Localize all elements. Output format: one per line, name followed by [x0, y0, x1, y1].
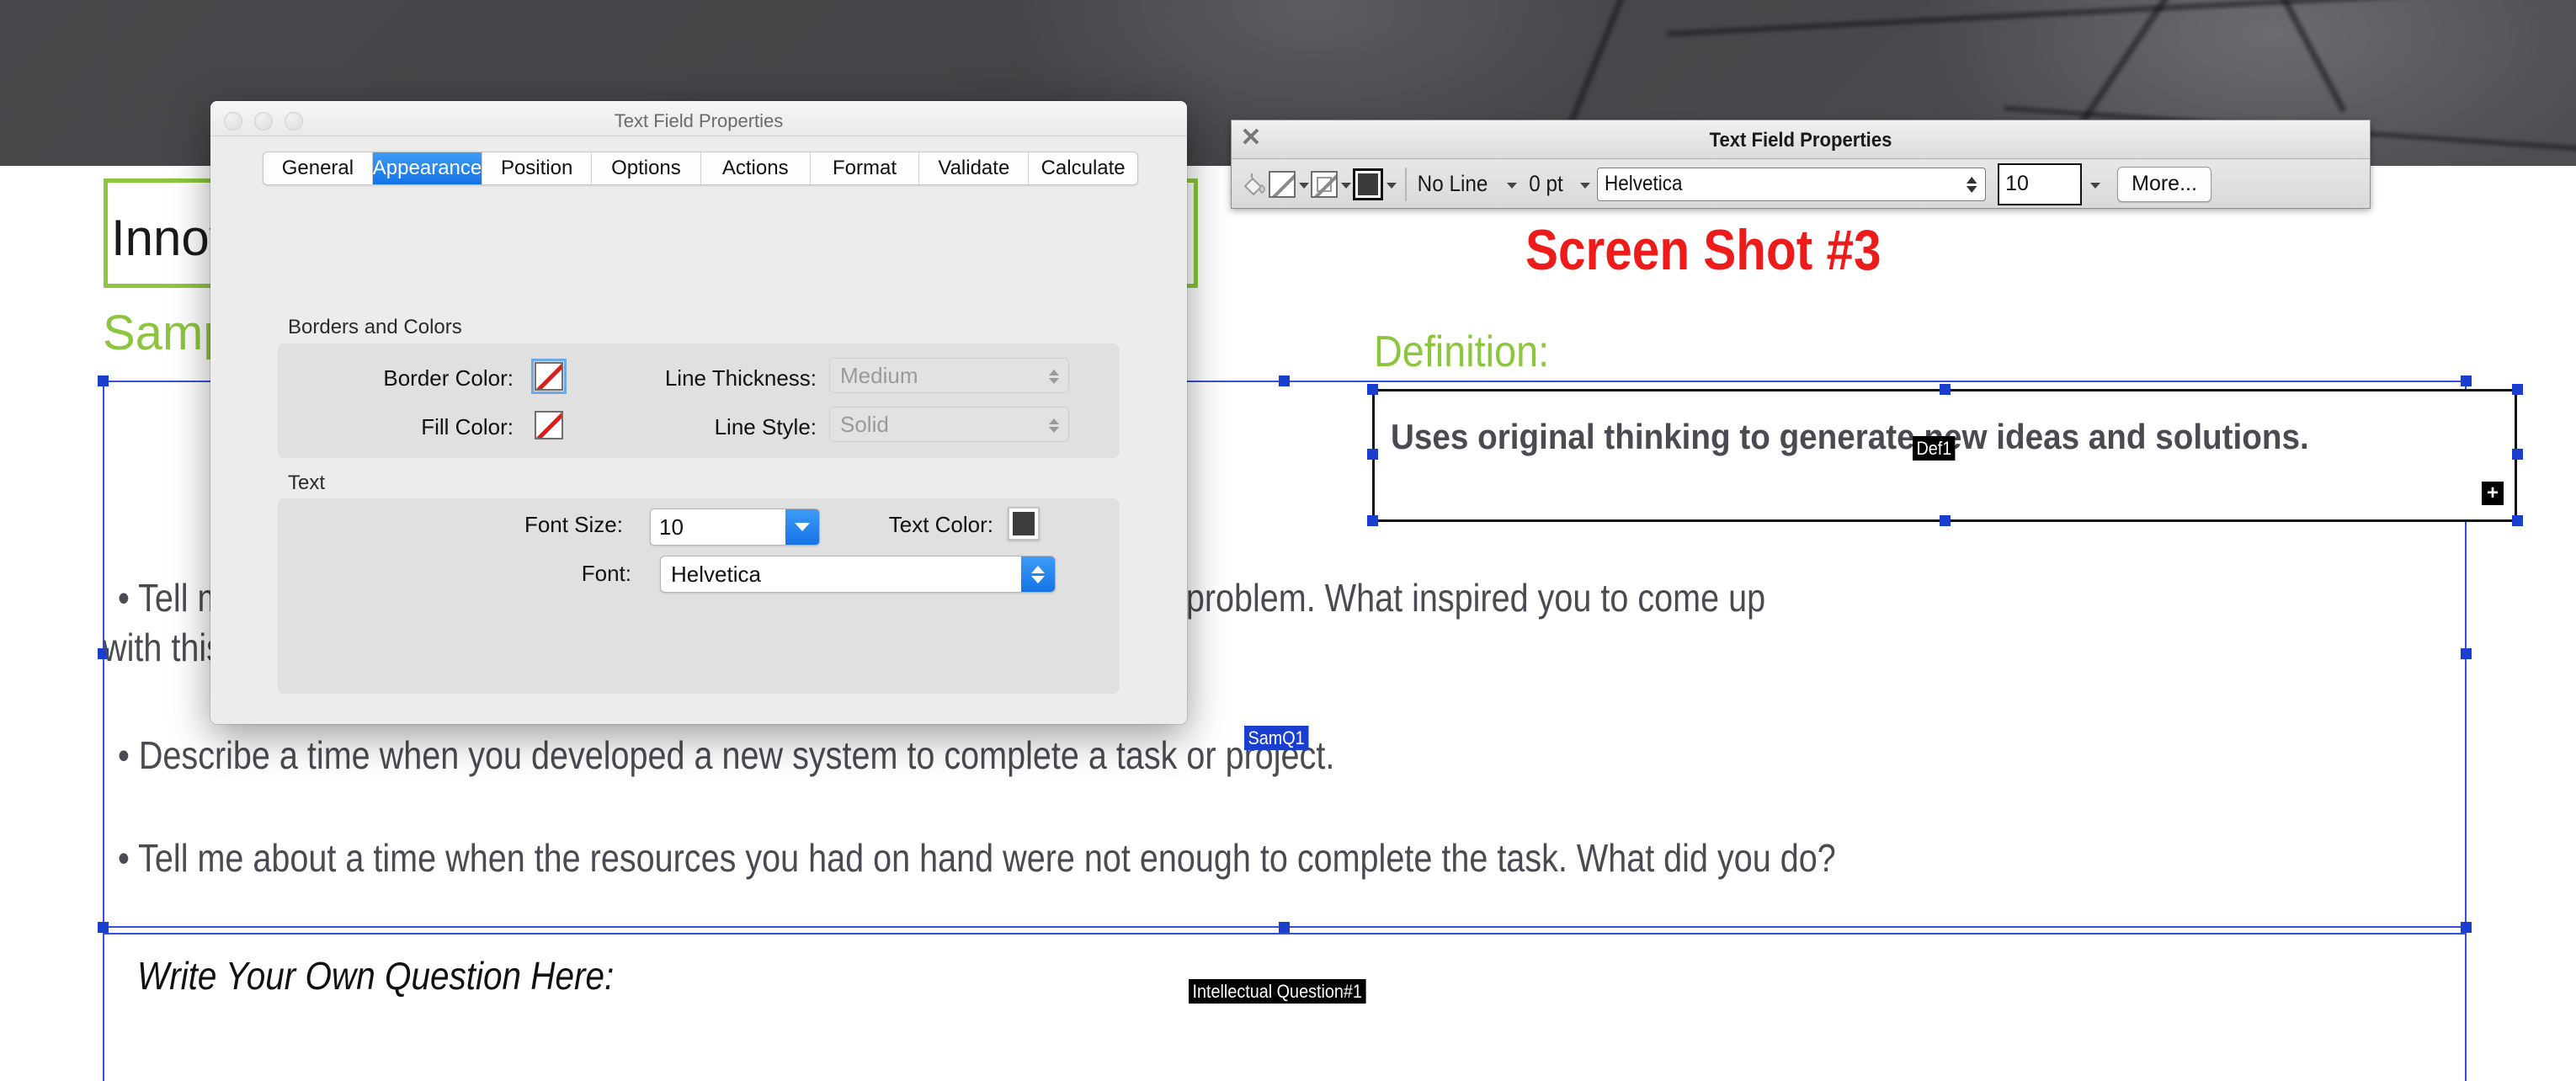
selection-handle[interactable] [1367, 449, 1378, 460]
add-field-badge[interactable]: + [2482, 482, 2504, 505]
text-color-swatch-icon[interactable] [1353, 168, 1383, 200]
close-icon[interactable]: ✕ [1240, 125, 1262, 151]
stepper-icon[interactable] [1021, 556, 1055, 592]
slide-heading: List [101, 70, 201, 141]
toolbar-divider [1405, 167, 1407, 201]
selection-handle[interactable] [2461, 375, 2472, 386]
stepper-icon [1048, 413, 1060, 437]
chevron-down-icon[interactable] [1296, 170, 1311, 199]
stepper-icon [1048, 365, 1060, 388]
palette-title: Text Field Properties [1709, 129, 1892, 152]
border-color-swatch[interactable] [531, 359, 567, 394]
line-style-label: Line Style: [714, 414, 817, 439]
text-field-properties-dialog[interactable]: Text Field Properties General Appearance… [210, 101, 1187, 724]
selection-handle[interactable] [1940, 515, 1951, 526]
tab-options[interactable]: Options [592, 152, 701, 184]
selection-handle[interactable] [2461, 648, 2472, 659]
no-line-swatch-icon[interactable] [1269, 170, 1296, 198]
field-tag-def1[interactable]: Def1 [1913, 436, 1956, 461]
tab-format[interactable]: Format [810, 152, 920, 184]
text-group-label: Text [288, 471, 326, 494]
font-size-value: 10 [659, 514, 684, 540]
line-thickness-select[interactable]: Medium [829, 358, 1069, 393]
dialog-tabbar[interactable]: General Appearance Position Options Acti… [263, 152, 1138, 185]
wallpaper-hexagon-edge [1667, 0, 2576, 37]
no-fill-swatch-icon[interactable] [1311, 170, 1338, 198]
selection-handle[interactable] [98, 375, 109, 386]
chevron-down-icon[interactable] [1338, 170, 1353, 199]
selection-handle[interactable] [1940, 384, 1951, 395]
borders-group-label: Borders and Colors [288, 316, 462, 338]
palette-toolbar: No Line 0 pt Helvetica 10 More... [1232, 159, 2370, 209]
line-style-select[interactable]: Solid [829, 407, 1069, 442]
text-field-properties-palette[interactable]: ✕ Text Field Properties No Line 0 pt Hel… [1231, 120, 2371, 209]
chevron-down-icon[interactable] [2087, 170, 2102, 199]
selection-handle[interactable] [1279, 375, 1290, 386]
selection-handle[interactable] [1279, 922, 1290, 933]
font-size-label: Font Size: [524, 512, 623, 537]
write-own-question-label: Write Your Own Question Here: [137, 954, 615, 998]
font-label: Font: [581, 561, 631, 586]
definition-label: Definition: [1374, 327, 1550, 376]
selection-handle[interactable] [2512, 384, 2523, 395]
text-color-swatch[interactable] [1008, 507, 1040, 540]
tab-appearance[interactable]: Appearance [372, 152, 483, 184]
chevron-down-icon[interactable] [1383, 170, 1398, 199]
more-button[interactable]: More... [2117, 166, 2211, 202]
font-family-select[interactable]: Helvetica [1597, 167, 1987, 201]
tab-validate[interactable]: Validate [919, 152, 1030, 184]
border-color-label: Border Color: [383, 365, 514, 391]
selection-handle[interactable] [2461, 922, 2472, 933]
font-size-value: 10 [2005, 172, 2029, 195]
tab-actions[interactable]: Actions [700, 152, 811, 184]
font-family-select[interactable]: Helvetica [660, 556, 1056, 593]
paint-bucket-icon[interactable] [1240, 170, 1269, 199]
definition-text: Uses original thinking to generate new i… [1391, 417, 2309, 456]
field-tag-intellectual-question-1[interactable]: Intellectual Question#1 [1189, 979, 1366, 1004]
selection-handle[interactable] [2512, 515, 2523, 526]
selection-handle[interactable] [2512, 449, 2523, 460]
font-size-input[interactable]: 10 [1998, 162, 2083, 205]
palette-titlebar: ✕ Text Field Properties [1232, 120, 2370, 159]
font-family-value: Helvetica [1605, 172, 1683, 195]
selection-handle[interactable] [1367, 384, 1378, 395]
question-bullet-2: • Describe a time when you developed a n… [118, 733, 1335, 777]
tab-calculate[interactable]: Calculate [1029, 152, 1137, 184]
chevron-down-icon[interactable] [1504, 170, 1519, 199]
line-style-value[interactable]: No Line [1418, 171, 1488, 197]
stepper-icon[interactable] [1966, 173, 1977, 198]
line-thickness-label: Line Thickness: [664, 365, 817, 391]
chevron-down-icon[interactable] [1577, 170, 1592, 199]
field-tag-samq1[interactable]: SamQ1 [1244, 726, 1309, 751]
selection-handle[interactable] [98, 922, 109, 933]
line-thickness-value: Medium [840, 362, 918, 388]
text-color-label: Text Color: [888, 512, 993, 537]
font-family-value: Helvetica [671, 561, 761, 587]
tab-position[interactable]: Position [482, 152, 593, 184]
fill-color-swatch[interactable] [535, 411, 563, 439]
dialog-titlebar: Text Field Properties [210, 101, 1187, 136]
dialog-title: Text Field Properties [614, 110, 784, 131]
line-style-value: Solid [840, 411, 889, 437]
tab-general[interactable]: General [263, 152, 373, 184]
fill-color-label: Fill Color: [421, 414, 514, 439]
line-weight-value[interactable]: 0 pt [1529, 171, 1563, 197]
wallpaper-hexagon-edge [2222, 0, 2347, 114]
question-bullet-3: • Tell me about a time when the resource… [118, 836, 1836, 880]
selection-handle[interactable] [1367, 515, 1378, 526]
screenshot-title: Screen Shot #3 [1525, 218, 1881, 282]
